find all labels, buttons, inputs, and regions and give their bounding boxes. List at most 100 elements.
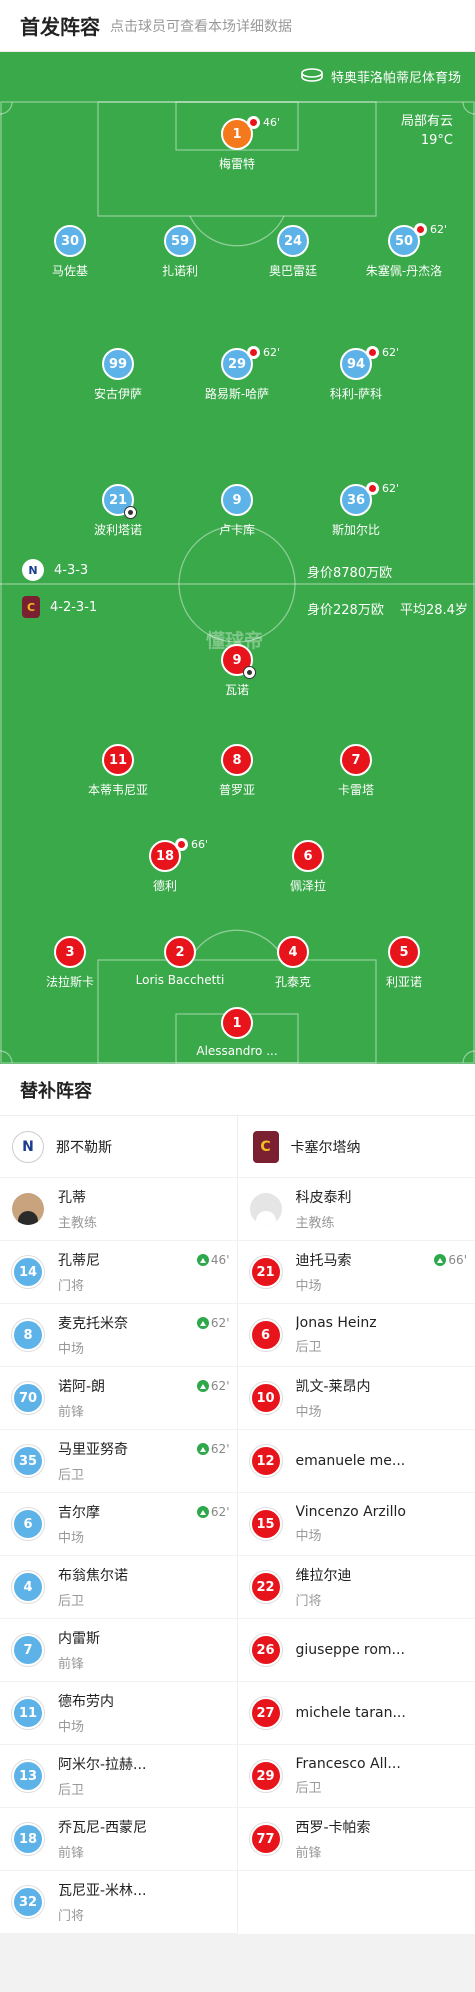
- sub-minute: 62': [263, 346, 280, 359]
- coach-role: 主教练: [58, 1212, 97, 1231]
- player-name: 利亚诺: [349, 973, 459, 990]
- jersey-number: 24: [277, 225, 309, 257]
- home-team-row[interactable]: N 那不勒斯: [0, 1116, 238, 1178]
- bench-player-row[interactable]: 32瓦尼亚-米林...门将: [0, 1871, 238, 1934]
- bench-player-row[interactable]: 12 emanuele me...: [238, 1430, 475, 1493]
- bench-player-row[interactable]: 8麦克托米奈中场62': [0, 1304, 238, 1367]
- away-player[interactable]: 2Loris Bacchetti: [125, 936, 235, 987]
- sub-on-time: 62': [211, 1442, 230, 1456]
- jersey-number-text: 24: [284, 234, 302, 249]
- home-player[interactable]: 99安古伊萨: [63, 348, 173, 402]
- away-player[interactable]: 7卡雷塔: [301, 744, 411, 798]
- player-name: 西罗-卡帕索: [296, 1817, 371, 1837]
- jersey-number-text: 6: [303, 849, 312, 864]
- away-player[interactable]: 1Alessandro ...: [182, 1007, 292, 1058]
- home-player[interactable]: 146'梅雷特: [182, 118, 292, 172]
- bench-player-row[interactable]: 26giuseppe rom...: [238, 1619, 475, 1682]
- home-player[interactable]: 30马佐基: [15, 225, 125, 279]
- player-name: 法拉斯卡: [15, 973, 125, 990]
- bench-player-row[interactable]: 21迪托马索中场66': [238, 1241, 475, 1304]
- player-name: 凯文-莱昂内: [296, 1376, 371, 1396]
- pitch-lines: [0, 52, 475, 1064]
- bench-player-row[interactable]: 77西罗-卡帕索前锋: [238, 1808, 475, 1871]
- bench-player-row[interactable]: 11德布劳内中场: [0, 1682, 238, 1745]
- player-info: 诺阿-朗前锋: [58, 1376, 105, 1420]
- jersey-number-text: 9: [232, 493, 241, 508]
- jersey-number: 9: [221, 644, 253, 676]
- bench-player-row[interactable]: 14孔蒂尼门将46': [0, 1241, 238, 1304]
- sub-on-arrow-icon: [197, 1317, 209, 1329]
- player-info: emanuele me...: [296, 1453, 406, 1469]
- bench-player-row[interactable]: 22维拉尔迪门将: [238, 1556, 475, 1619]
- coach-role: 主教练: [296, 1212, 352, 1231]
- home-player[interactable]: 21波利塔诺: [63, 484, 173, 538]
- jersey-number-text: 1: [232, 127, 241, 142]
- coach-name: 科皮泰利: [296, 1187, 352, 1207]
- jersey-number: 21: [250, 1256, 282, 1288]
- player-position: 中场: [296, 1525, 407, 1544]
- bench-player-row[interactable]: 6Jonas Heinz后卫: [238, 1304, 475, 1367]
- away-coach-row[interactable]: 科皮泰利 主教练: [238, 1178, 475, 1241]
- player-name: 科利-萨科: [301, 385, 411, 402]
- away-player[interactable]: 3法拉斯卡: [15, 936, 125, 990]
- player-name: 孔泰克: [238, 973, 348, 990]
- away-player[interactable]: 8普罗亚: [182, 744, 292, 798]
- home-player[interactable]: 59扎诺利: [125, 225, 235, 279]
- footer: [0, 1934, 475, 1992]
- player-name: 乔瓦尼-西蒙尼: [58, 1817, 147, 1837]
- away-team-value: 身价228万欧 平均28.4岁: [307, 599, 468, 618]
- bench-player-row[interactable]: 27michele taran...: [238, 1682, 475, 1745]
- jersey-number: 14: [12, 1256, 44, 1288]
- home-team-value: 身价8780万欧: [307, 562, 392, 581]
- home-player[interactable]: 3662'斯加尔比: [301, 484, 411, 538]
- home-player[interactable]: 2962'路易斯-哈萨: [182, 348, 292, 402]
- weather-condition: 局部有云: [401, 112, 453, 131]
- jersey-number: 70: [12, 1382, 44, 1414]
- jersey-number: 32: [12, 1886, 44, 1918]
- bench-player-row[interactable]: 15Vincenzo Arzillo中场: [238, 1493, 475, 1556]
- home-player[interactable]: 9卢卡库: [182, 484, 292, 538]
- bench-player-row[interactable]: 4布翁焦尔诺后卫: [0, 1556, 238, 1619]
- home-coach-row[interactable]: 孔蒂 主教练: [0, 1178, 238, 1241]
- bench-player-row[interactable]: 35马里亚努奇后卫62': [0, 1430, 238, 1493]
- away-player[interactable]: 5 利亚诺: [349, 936, 459, 990]
- home-player[interactable]: 5062'朱塞佩-丹杰洛: [349, 225, 459, 279]
- player-name: michele taran...: [296, 1705, 406, 1721]
- away-avg-age: 平均28.4岁: [400, 603, 468, 618]
- bench-player-row[interactable]: 7内雷斯前锋: [0, 1619, 238, 1682]
- jersey-number: 26: [250, 1634, 282, 1666]
- jersey-number: 12: [250, 1445, 282, 1477]
- away-player[interactable]: 1866'德利: [110, 840, 220, 894]
- away-player[interactable]: 4 孔泰克: [238, 936, 348, 990]
- away-player[interactable]: 11本蒂韦尼亚: [63, 744, 173, 798]
- player-info: michele taran...: [296, 1705, 406, 1721]
- home-player[interactable]: 9462'科利-萨科: [301, 348, 411, 402]
- player-name: 瓦尼亚-米林...: [58, 1880, 146, 1900]
- away-team-row[interactable]: C 卡塞尔塔纳: [238, 1116, 475, 1178]
- jersey-number-text: 4: [288, 945, 297, 960]
- player-position: 后卫: [58, 1779, 146, 1798]
- bench-player-row[interactable]: 13阿米尔-拉赫...后卫: [0, 1745, 238, 1808]
- player-position: 后卫: [296, 1777, 401, 1796]
- jersey-number-text: 94: [347, 357, 365, 372]
- coach-avatar-placeholder-icon: [250, 1193, 282, 1225]
- bench-player-row[interactable]: 10凯文-莱昂内中场: [238, 1367, 475, 1430]
- player-position: 中场: [58, 1527, 100, 1546]
- player-name: 内雷斯: [58, 1628, 100, 1648]
- substitution-marker: 62': [247, 346, 280, 359]
- away-player[interactable]: 6佩泽拉: [253, 840, 363, 894]
- player-name: 梅雷特: [182, 155, 292, 172]
- player-name: 诺阿-朗: [58, 1376, 105, 1396]
- bench-player-row[interactable]: 70诺阿-朗前锋62': [0, 1367, 238, 1430]
- away-player[interactable]: 9瓦诺: [182, 644, 292, 698]
- player-info: 阿米尔-拉赫...后卫: [58, 1754, 146, 1798]
- jersey-number: 5: [388, 936, 420, 968]
- sub-on-arrow-icon: [197, 1380, 209, 1392]
- home-player[interactable]: 24奥巴雷廷: [238, 225, 348, 279]
- player-position: 中场: [58, 1338, 128, 1357]
- bench-player-row[interactable]: 29Francesco All...后卫: [238, 1745, 475, 1808]
- bench-player-row[interactable]: 18乔瓦尼-西蒙尼前锋: [0, 1808, 238, 1871]
- sub-on-arrow-icon: [197, 1443, 209, 1455]
- sub-on-time: 66': [448, 1253, 467, 1267]
- bench-player-row[interactable]: 6吉尔摩中场62': [0, 1493, 238, 1556]
